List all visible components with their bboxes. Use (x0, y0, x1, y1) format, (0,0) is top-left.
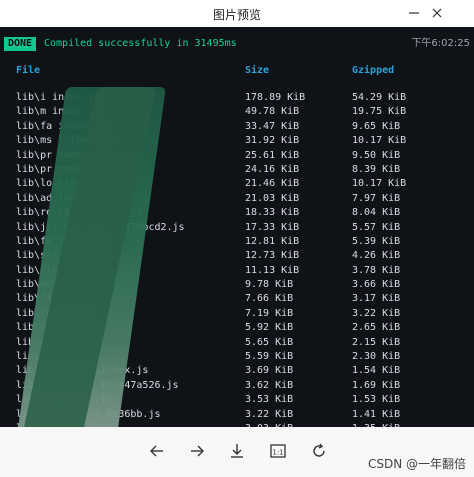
size-cell: 31.92 KiB (245, 135, 300, 147)
download-icon[interactable] (223, 437, 251, 465)
terminal-output: DONE Compiled successfully in 31495ms 下午… (0, 27, 474, 427)
size-cell: 18.33 KiB (245, 207, 300, 219)
gzipped-cell: 2.15 KiB (352, 336, 401, 348)
done-badge: DONE (4, 37, 37, 51)
size-cell: 5.65 KiB (245, 336, 294, 348)
gzipped-cell: 9.50 KiB (352, 149, 401, 161)
size-cell: 9.78 KiB (245, 279, 294, 291)
gzipped-cell: 10.17 KiB (352, 135, 407, 147)
size-cell: 7.66 KiB (245, 293, 294, 305)
gzipped-cell: 5.57 KiB (352, 221, 401, 233)
size-cell: 12.73 KiB (245, 250, 300, 262)
gzipped-cell: 7.97 KiB (352, 192, 401, 204)
size-cell: 5.92 KiB (245, 322, 294, 334)
size-cell: 3.53 KiB (245, 394, 294, 406)
arrow-left-icon[interactable] (143, 437, 171, 465)
gzipped-cell: 19.75 KiB (352, 106, 407, 118)
gzipped-cell: 3.78 KiB (352, 264, 401, 276)
gzipped-cell: 8.04 KiB (352, 207, 401, 219)
gzipped-cell: 3.22 KiB (352, 307, 401, 319)
gzipped-cell: 1.54 KiB (352, 365, 401, 377)
size-cell: 21.03 KiB (245, 192, 300, 204)
size-cell: 11.13 KiB (245, 264, 300, 276)
arrow-right-icon[interactable] (183, 437, 211, 465)
rotate-icon[interactable] (305, 437, 333, 465)
actual-size-label: 1:1 (272, 449, 283, 457)
minimize-icon[interactable] (403, 3, 425, 23)
size-cell: 21.46 KiB (245, 178, 300, 190)
size-cell: 7.19 KiB (245, 307, 294, 319)
actual-size-icon[interactable]: 1:1 (264, 437, 292, 465)
size-cell: 49.78 KiB (245, 106, 300, 118)
gzipped-cell: 3.17 KiB (352, 293, 401, 305)
gzipped-cell: 4.26 KiB (352, 250, 401, 262)
gzipped-cell: 5.39 KiB (352, 235, 401, 247)
header-file: File (16, 65, 41, 76)
size-cell: 178.89 KiB (245, 92, 306, 103)
size-cell: 3.69 KiB (245, 365, 294, 377)
size-cell: 5.59 KiB (245, 351, 294, 363)
gzipped-cell: 2.65 KiB (352, 322, 401, 334)
size-cell: 33.47 KiB (245, 120, 300, 132)
size-cell: 3.62 KiB (245, 379, 294, 391)
gzipped-cell: 9.65 KiB (352, 120, 401, 132)
gzipped-cell: 10.17 KiB (352, 178, 407, 190)
size-cell: 25.61 KiB (245, 149, 300, 161)
size-cell: 3.22 KiB (245, 408, 294, 420)
title-bar: 图片预览 (0, 0, 474, 27)
gzipped-cell: 1.53 KiB (352, 394, 401, 406)
watermark: CSDN @一年翻倍 (367, 457, 466, 471)
timestamp: 下午6:02:25 (411, 38, 470, 49)
header-size: Size (245, 65, 270, 76)
gzipped-cell: 8.39 KiB (352, 163, 401, 175)
gzipped-cell: 54.29 KiB (352, 92, 407, 103)
gzipped-cell: 1.41 KiB (352, 408, 401, 420)
size-cell: 17.33 KiB (245, 221, 300, 233)
size-cell: 12.81 KiB (245, 235, 300, 247)
gzipped-cell: 1.69 KiB (352, 379, 401, 391)
compile-status: Compiled successfully in 31495ms (44, 38, 237, 49)
gzipped-cell: 2.30 KiB (352, 351, 401, 363)
size-cell: 24.16 KiB (245, 163, 300, 175)
gzipped-cell: 3.66 KiB (352, 279, 401, 291)
close-icon[interactable] (426, 3, 448, 23)
header-gzipped: Gzipped (352, 65, 395, 76)
